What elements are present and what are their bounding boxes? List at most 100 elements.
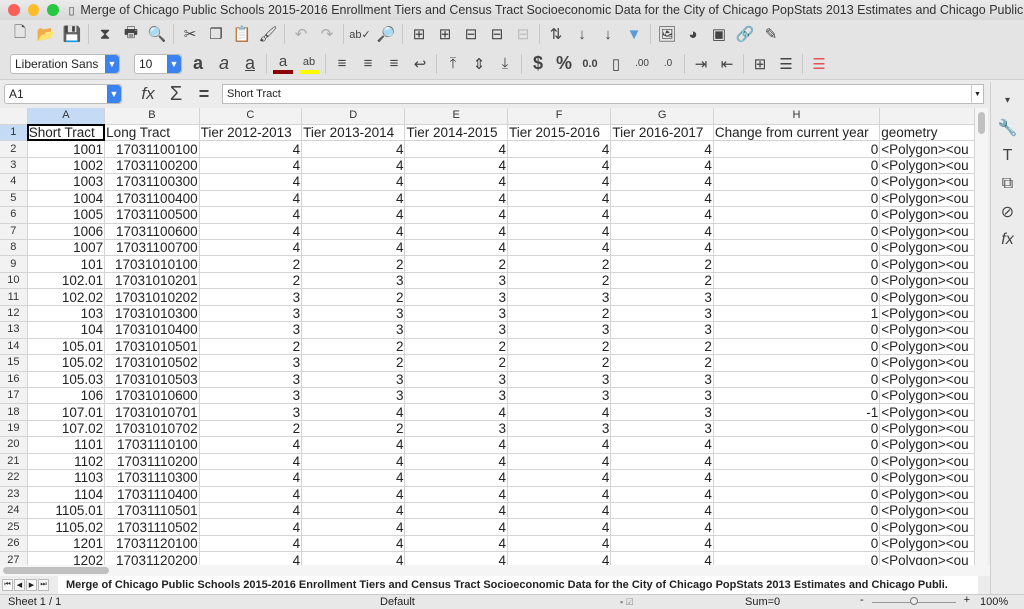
column-header[interactable]: A bbox=[27, 108, 106, 125]
expand-formula-icon[interactable]: ▼ bbox=[971, 85, 983, 103]
cell[interactable]: 4 bbox=[507, 486, 612, 504]
cell[interactable]: 4 bbox=[610, 535, 714, 553]
cell[interactable]: 0 bbox=[713, 190, 881, 208]
cell[interactable]: <Polygon><ou bbox=[879, 173, 975, 191]
cell[interactable]: 102.02 bbox=[27, 288, 106, 306]
cell[interactable]: <Polygon><ou bbox=[879, 140, 975, 158]
cell[interactable]: 1102 bbox=[27, 453, 106, 471]
cell[interactable]: 4 bbox=[507, 140, 612, 158]
insert-row-icon[interactable]: ⊟ bbox=[461, 24, 481, 44]
cell[interactable]: 4 bbox=[301, 157, 406, 175]
cell[interactable]: <Polygon><ou bbox=[879, 371, 975, 388]
cell[interactable]: 4 bbox=[199, 206, 303, 224]
cell[interactable]: 107.01 bbox=[27, 403, 106, 421]
cell[interactable]: 4 bbox=[507, 502, 612, 520]
cell[interactable]: 3 bbox=[404, 288, 508, 306]
cell[interactable]: 4 bbox=[199, 518, 303, 536]
cell[interactable]: 4 bbox=[404, 486, 508, 504]
cell[interactable]: 2 bbox=[507, 305, 612, 323]
horizontal-scrollbar[interactable] bbox=[0, 565, 990, 576]
cell[interactable]: 3 bbox=[404, 371, 508, 388]
cell[interactable]: 101 bbox=[27, 255, 106, 273]
row-header[interactable]: 13 bbox=[0, 321, 28, 339]
cell[interactable]: <Polygon><ou bbox=[879, 321, 975, 339]
autofilter-icon[interactable]: ▼ bbox=[624, 24, 644, 44]
cell[interactable]: 2 bbox=[507, 272, 612, 290]
cell[interactable]: 4 bbox=[610, 239, 714, 257]
row-header[interactable]: 12 bbox=[0, 305, 28, 323]
cell[interactable]: Tier 2016-2017 bbox=[610, 124, 714, 142]
cell[interactable]: <Polygon><ou bbox=[879, 502, 975, 520]
cell[interactable]: 1006 bbox=[27, 223, 106, 241]
functions-icon[interactable]: fx bbox=[998, 230, 1018, 250]
cell[interactable]: 4 bbox=[301, 502, 406, 520]
gallery-icon[interactable]: ⧉ bbox=[998, 174, 1018, 194]
cell[interactable]: geometry bbox=[879, 124, 975, 142]
cell[interactable]: 4 bbox=[610, 469, 714, 487]
cell[interactable]: 3 bbox=[199, 321, 303, 339]
cell[interactable]: <Polygon><ou bbox=[879, 551, 975, 565]
name-box[interactable]: A1 ▼ bbox=[4, 84, 122, 104]
align-center-icon[interactable]: ≡ bbox=[358, 54, 378, 74]
cell[interactable]: <Polygon><ou bbox=[879, 338, 975, 356]
cell[interactable]: 4 bbox=[301, 403, 406, 421]
cell[interactable]: 4 bbox=[199, 535, 303, 553]
cell[interactable]: 4 bbox=[610, 551, 714, 565]
column-header[interactable] bbox=[879, 108, 975, 125]
cell[interactable]: 4 bbox=[610, 140, 714, 158]
cell[interactable]: 3 bbox=[301, 272, 406, 290]
row-header[interactable]: 2 bbox=[0, 140, 28, 158]
cell[interactable]: 4 bbox=[404, 453, 508, 471]
cell[interactable]: <Polygon><ou bbox=[879, 223, 975, 241]
cell[interactable]: 4 bbox=[404, 206, 508, 224]
cell[interactable]: 4 bbox=[301, 535, 406, 553]
row-header[interactable]: 7 bbox=[0, 223, 28, 241]
cell[interactable]: 4 bbox=[507, 206, 612, 224]
scroll-thumb[interactable] bbox=[3, 567, 109, 574]
cell[interactable]: 4 bbox=[507, 190, 612, 208]
cell[interactable]: Short Tract bbox=[27, 124, 106, 142]
spelling-icon[interactable]: ab✓ bbox=[349, 24, 370, 44]
open-icon[interactable]: 📂 bbox=[36, 24, 56, 44]
cell[interactable]: 4 bbox=[199, 140, 303, 158]
cell[interactable]: 4 bbox=[404, 239, 508, 257]
cell[interactable]: 17031100500 bbox=[104, 206, 200, 224]
insert-image-icon[interactable]: 🖼 bbox=[657, 24, 677, 44]
align-top-icon[interactable]: ⤒ bbox=[443, 54, 463, 74]
cell[interactable]: 105.01 bbox=[27, 338, 106, 356]
cell[interactable]: 17031100200 bbox=[104, 157, 200, 175]
cell[interactable]: 17031010702 bbox=[104, 420, 200, 438]
row-header[interactable]: 11 bbox=[0, 288, 28, 306]
italic-icon[interactable]: a bbox=[214, 53, 234, 74]
cell[interactable]: 0 bbox=[713, 140, 881, 158]
cell[interactable]: <Polygon><ou bbox=[879, 387, 975, 405]
cell[interactable]: <Polygon><ou bbox=[879, 255, 975, 273]
formula-icon[interactable]: = bbox=[194, 84, 214, 104]
cell[interactable]: Long Tract bbox=[104, 124, 200, 142]
cell[interactable]: 0 bbox=[713, 338, 881, 356]
cell[interactable]: 17031100100 bbox=[104, 140, 200, 158]
cell[interactable]: 105.03 bbox=[27, 371, 106, 388]
row-header[interactable]: 22 bbox=[0, 469, 28, 487]
cell[interactable]: 17031100300 bbox=[104, 173, 200, 191]
column-header[interactable]: F bbox=[507, 108, 612, 125]
cell[interactable]: 1105.02 bbox=[27, 518, 106, 536]
cell[interactable]: 2 bbox=[199, 420, 303, 438]
next-sheet-button[interactable]: ▶ bbox=[26, 579, 37, 591]
zoom-window-button[interactable] bbox=[47, 4, 59, 16]
cell[interactable]: 3 bbox=[199, 387, 303, 405]
cell[interactable]: <Polygon><ou bbox=[879, 272, 975, 290]
cell[interactable]: 0 bbox=[713, 157, 881, 175]
cell[interactable]: 4 bbox=[404, 518, 508, 536]
sort-descending-icon[interactable]: ↓ bbox=[598, 24, 618, 44]
cell[interactable]: 3 bbox=[610, 387, 714, 405]
row-header[interactable]: 10 bbox=[0, 272, 28, 290]
cell[interactable]: 17031110501 bbox=[104, 502, 200, 520]
cell[interactable]: 1103 bbox=[27, 469, 106, 487]
copy-icon[interactable]: ❐ bbox=[206, 24, 226, 44]
cell[interactable]: 104 bbox=[27, 321, 106, 339]
cell[interactable]: 103 bbox=[27, 305, 106, 323]
cell[interactable]: 3 bbox=[610, 420, 714, 438]
cell[interactable]: 0 bbox=[713, 371, 881, 388]
cell[interactable]: 4 bbox=[404, 469, 508, 487]
